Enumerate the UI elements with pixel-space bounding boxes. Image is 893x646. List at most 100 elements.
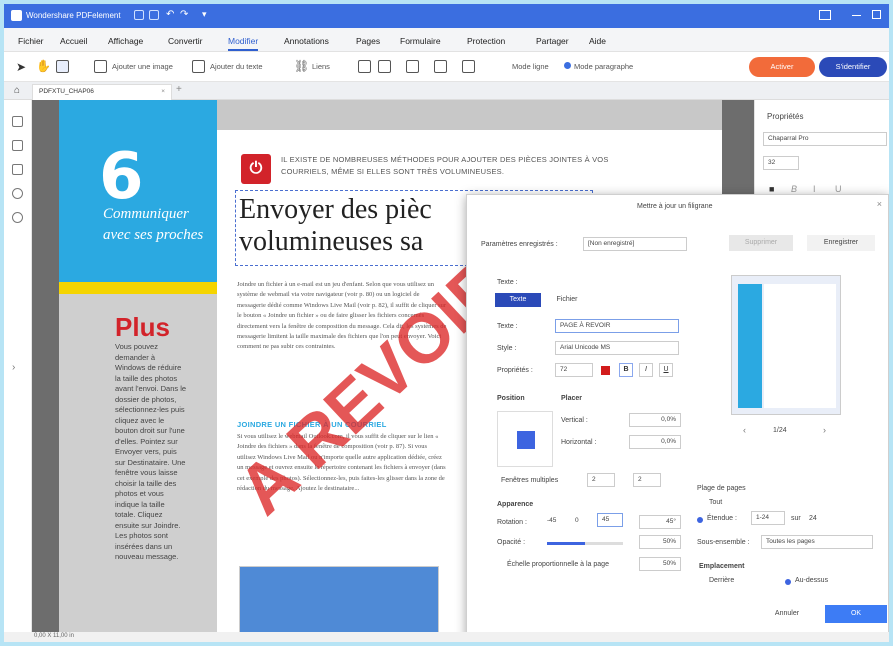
add-text-button[interactable]: Ajouter du texte [210, 62, 263, 71]
intro-text[interactable]: IL EXISTE DE NOMBREUSES MÉTHODES POUR AJ… [281, 154, 641, 178]
font-size-select[interactable]: 32 [763, 156, 799, 170]
edit-select-icon[interactable] [56, 60, 69, 73]
new-tab-icon[interactable]: + [176, 84, 182, 95]
article-headline[interactable]: Envoyer des pièc volumineuses sa [239, 194, 459, 258]
range-input[interactable]: 1-24 [751, 511, 785, 525]
range-all-option[interactable]: Tout [709, 499, 722, 506]
header-footer-icon[interactable] [434, 60, 447, 73]
menu-convertir[interactable]: Convertir [168, 36, 202, 46]
select-arrow-icon[interactable]: ➤ [16, 60, 26, 74]
print-icon[interactable] [149, 10, 159, 20]
hand-icon[interactable]: ✋ [36, 59, 51, 73]
tile-rows-input[interactable]: 2 [633, 473, 661, 487]
rotation-minus45[interactable]: -45 [543, 515, 565, 529]
horizontal-input[interactable]: 0,0% [629, 435, 681, 449]
menu-formulaire[interactable]: Formulaire [400, 36, 441, 46]
subset-select[interactable]: Toutes les pages [761, 535, 873, 549]
links-button[interactable]: Liens [312, 62, 330, 71]
mode-paragraph-option[interactable]: Mode paragraphe [574, 62, 633, 71]
chapter-number[interactable]: 6 [99, 140, 144, 214]
undo-icon[interactable]: ↶ [166, 9, 174, 20]
position-grid[interactable] [497, 411, 553, 467]
radio-selected-icon[interactable] [564, 62, 571, 69]
menu-modifier[interactable]: Modifier [228, 36, 259, 51]
menu-annotations[interactable]: Annotations [284, 36, 329, 46]
dropdown-icon[interactable]: ▾ [202, 9, 207, 20]
bold-icon[interactable]: ■ [769, 184, 774, 194]
menu-pages[interactable]: Pages [356, 36, 380, 46]
thumbnails-icon[interactable] [12, 116, 23, 127]
menu-protection[interactable]: Protection [467, 36, 505, 46]
save-settings-button[interactable]: Enregistrer [807, 235, 875, 251]
redo-icon[interactable]: ↷ [180, 9, 188, 20]
app-window: Wondershare PDFelement ↶ ↷ ▾ Fichier Acc… [4, 4, 889, 642]
maximize-icon[interactable] [872, 10, 881, 19]
italic-icon[interactable]: B [791, 184, 797, 194]
above-option[interactable]: Au-dessus [795, 577, 828, 584]
link-icon[interactable]: ⛓ [294, 59, 309, 73]
underline-toggle-icon[interactable]: U [659, 363, 673, 377]
crop-icon[interactable] [358, 60, 371, 73]
scale-input[interactable]: 50% [639, 557, 681, 571]
menu-aide[interactable]: Aide [589, 36, 606, 46]
minimize-icon[interactable] [852, 15, 861, 16]
italic-toggle-icon[interactable]: I [639, 363, 653, 377]
watermark-text-input[interactable]: PAGE À REVOIR [555, 319, 679, 333]
underline-icon[interactable]: I [813, 184, 816, 194]
tab-text[interactable]: Texte [495, 293, 541, 307]
color-swatch[interactable] [601, 366, 610, 375]
saved-params-select[interactable]: [Non enregistré] [583, 237, 687, 251]
plus-text[interactable]: Vous pouvez demander à Windows de réduir… [115, 342, 187, 563]
document-tab[interactable]: PDFXTU_CHAP06 × [32, 84, 172, 100]
above-radio-icon[interactable] [785, 579, 791, 585]
home-icon[interactable]: ⌂ [14, 85, 20, 96]
comments-icon[interactable] [12, 164, 23, 175]
close-tab-icon[interactable]: × [161, 85, 165, 99]
position-center-icon[interactable] [517, 431, 535, 449]
bates-icon[interactable] [462, 60, 475, 73]
save-icon[interactable] [134, 10, 144, 20]
mode-line-option[interactable]: Mode ligne [512, 62, 549, 71]
plus-title[interactable]: Plus [115, 312, 170, 343]
expand-panel-icon[interactable]: › [12, 362, 15, 373]
rotation-input[interactable]: 45° [639, 515, 681, 529]
menu-accueil[interactable]: Accueil [60, 36, 87, 46]
range-radio-icon[interactable] [697, 517, 703, 523]
tab-file[interactable]: Fichier [547, 293, 587, 307]
search-icon[interactable] [12, 212, 23, 223]
rotation-plus45[interactable]: 45 [597, 513, 623, 527]
attachment-icon[interactable] [12, 188, 23, 199]
menu-partager[interactable]: Partager [536, 36, 569, 46]
font-select[interactable]: Chaparral Pro [763, 132, 887, 146]
range-total: 24 [809, 515, 817, 522]
strike-icon[interactable]: U [835, 184, 842, 194]
delete-button[interactable]: Supprimer [729, 235, 793, 251]
text-icon[interactable] [192, 60, 205, 73]
bold-toggle-icon[interactable]: B [619, 363, 633, 377]
background-icon[interactable] [378, 60, 391, 73]
watermark-icon[interactable] [406, 60, 419, 73]
opacity-slider[interactable] [547, 542, 623, 545]
preview-next-icon[interactable]: › [823, 425, 826, 435]
font-size-input[interactable]: 72 [555, 363, 593, 377]
ok-button[interactable]: OK [825, 605, 887, 623]
dialog-close-icon[interactable]: × [877, 199, 882, 209]
menu-fichier[interactable]: Fichier [18, 36, 44, 46]
window-menu-icon[interactable] [819, 10, 831, 20]
image-icon[interactable] [94, 60, 107, 73]
menu-affichage[interactable]: Affichage [108, 36, 143, 46]
vertical-input[interactable]: 0,0% [629, 413, 681, 427]
tile-columns-input[interactable]: 2 [587, 473, 615, 487]
chapter-title[interactable]: Communiquer avec ses proches [103, 204, 213, 246]
bookmarks-icon[interactable] [12, 140, 23, 151]
preview-prev-icon[interactable]: ‹ [743, 425, 746, 435]
cancel-button[interactable]: Annuler [751, 605, 823, 623]
font-style-select[interactable]: Arial Unicode MS [555, 341, 679, 355]
sign-in-button[interactable]: S'identifier [819, 57, 887, 77]
add-image-button[interactable]: Ajouter une image [112, 62, 173, 71]
opacity-label: Opacité : [497, 539, 526, 546]
behind-option[interactable]: Derrière [709, 577, 734, 584]
activate-button[interactable]: Activer [749, 57, 815, 77]
rotation-zero[interactable]: 0 [571, 515, 593, 529]
opacity-input[interactable]: 50% [639, 535, 681, 549]
